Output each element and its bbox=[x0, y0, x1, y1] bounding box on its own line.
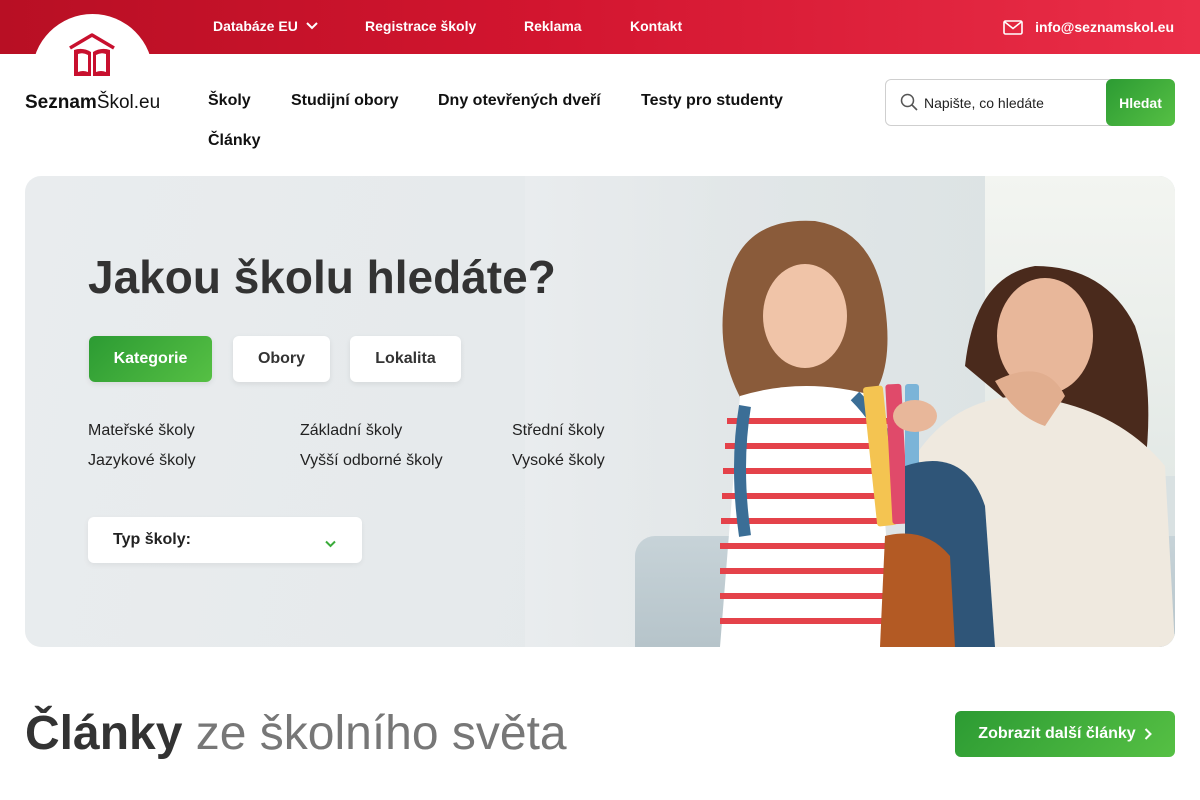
category-link-vysoke[interactable]: Vysoké školy bbox=[512, 452, 605, 470]
top-nav-registrace[interactable]: Registrace školy bbox=[365, 18, 476, 34]
school-type-label: Typ školy: bbox=[113, 531, 191, 548]
category-link-vyssi-odborne[interactable]: Vyšší odborné školy bbox=[300, 452, 443, 470]
logo-text-bold: Seznam bbox=[25, 92, 97, 113]
search-icon bbox=[900, 93, 918, 116]
nav-link-skoly[interactable]: Školy bbox=[208, 92, 251, 110]
nav-link-clanky[interactable]: Články bbox=[208, 132, 260, 150]
search-button[interactable]: Hledat bbox=[1106, 79, 1175, 126]
hero-title: Jakou školu hledáte? bbox=[88, 251, 556, 303]
category-link-zakladni[interactable]: Základní školy bbox=[300, 422, 402, 440]
top-nav-kontakt[interactable]: Kontakt bbox=[630, 18, 682, 34]
mail-icon bbox=[1003, 19, 1023, 35]
top-nav-label: Reklama bbox=[524, 18, 582, 34]
book-house-logo-icon bbox=[69, 33, 115, 76]
email-text: info@seznamskol.eu bbox=[1035, 19, 1174, 35]
logo-text-rest: Škol.eu bbox=[96, 92, 161, 113]
email-link[interactable]: info@seznamskol.eu bbox=[1003, 0, 1174, 54]
search-input[interactable] bbox=[924, 90, 1104, 115]
category-link-materske[interactable]: Mateřské školy bbox=[88, 422, 195, 440]
top-nav-label: Registrace školy bbox=[365, 18, 477, 34]
articles-heading-light: ze školního světa bbox=[195, 707, 567, 760]
tab-kategorie[interactable]: Kategorie bbox=[89, 336, 212, 382]
school-type-select[interactable]: Typ školy: bbox=[88, 517, 362, 563]
category-link-stredni[interactable]: Střední školy bbox=[512, 422, 604, 440]
more-articles-label: Zobrazit další články bbox=[978, 725, 1136, 742]
more-articles-button[interactable]: Zobrazit další články bbox=[955, 711, 1175, 757]
articles-heading: Články ze školního světa bbox=[25, 706, 567, 761]
tab-lokalita[interactable]: Lokalita bbox=[350, 336, 461, 382]
top-nav-label: Databáze EU bbox=[213, 18, 298, 34]
hero-section: Jakou školu hledáte? Kategorie Obory Lok… bbox=[25, 176, 1175, 647]
chevron-down-icon bbox=[306, 22, 318, 30]
chevron-down-icon bbox=[325, 535, 336, 553]
top-nav-reklama[interactable]: Reklama bbox=[524, 18, 582, 34]
tab-obory[interactable]: Obory bbox=[233, 336, 330, 382]
category-link-jazykove[interactable]: Jazykové školy bbox=[88, 452, 196, 470]
nav-link-testy[interactable]: Testy pro studenty bbox=[641, 92, 783, 110]
search-box: Hledat bbox=[885, 79, 1175, 126]
top-nav-databaze-eu[interactable]: Databáze EU bbox=[213, 18, 318, 34]
top-nav-label: Kontakt bbox=[630, 18, 683, 34]
chevron-right-icon bbox=[1144, 728, 1152, 740]
nav-link-dny-otevrenych-dveri[interactable]: Dny otevřených dveří bbox=[438, 92, 601, 110]
logo-text[interactable]: SeznamŠkol.eu bbox=[25, 92, 160, 114]
mother-daughter-photo bbox=[720, 220, 1175, 647]
nav-link-studijni-obory[interactable]: Studijní obory bbox=[291, 92, 399, 110]
articles-heading-bold: Články bbox=[25, 707, 183, 760]
